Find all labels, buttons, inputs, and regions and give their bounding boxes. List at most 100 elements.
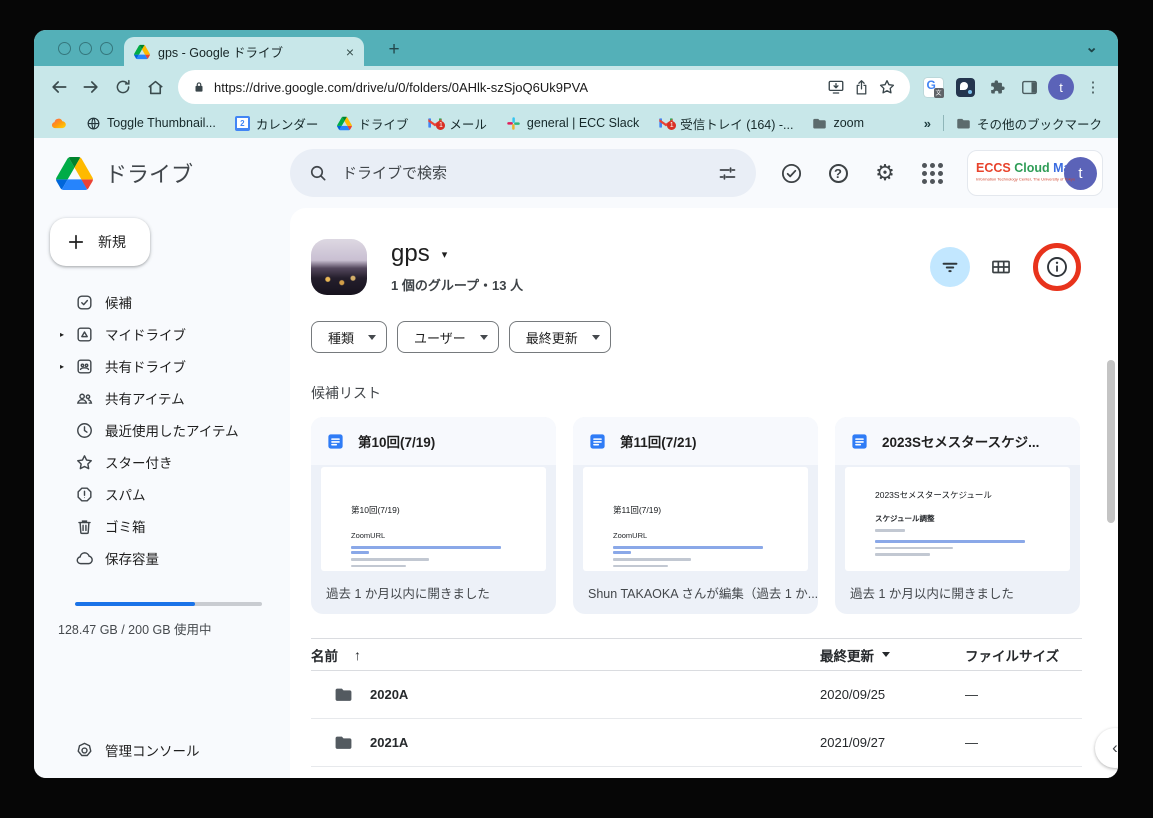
- account-avatar[interactable]: t: [1064, 157, 1097, 190]
- text-line: [875, 553, 930, 556]
- grid-view-icon: [990, 256, 1012, 278]
- sidebar-item-shared-drives[interactable]: ▸共有ドライブ: [34, 350, 290, 382]
- filter-chip-type[interactable]: 種類: [311, 321, 387, 353]
- text-line: [351, 565, 406, 568]
- sort-ascending-icon[interactable]: ↑: [354, 647, 361, 663]
- suggested-file-card[interactable]: 第10回(7/19) 第10回(7/19) ZoomURL 過去 1 か月以内に…: [311, 417, 556, 614]
- lock-icon: [192, 80, 206, 94]
- browser-tab[interactable]: gps - Google ドライブ ×: [124, 37, 364, 66]
- other-bookmarks[interactable]: その他のブックマーク: [956, 114, 1102, 133]
- back-button[interactable]: [44, 72, 74, 102]
- side-panel-icon[interactable]: [1014, 72, 1044, 102]
- shared-drive-icon: [75, 357, 94, 376]
- table-row[interactable]: 2021A 2021/09/27 —: [311, 719, 1082, 767]
- zoom-window-button[interactable]: [100, 42, 113, 55]
- file-name[interactable]: 2021A: [370, 735, 408, 750]
- suggested-file-card[interactable]: 2023Sセメスタースケジ... 2023Sセメスタースケジュール スケジュール…: [835, 417, 1080, 614]
- extensions-puzzle-icon[interactable]: [982, 72, 1012, 102]
- drive-header: ドライブ ? ⚙ ECCS Cloud Mail Information Tec…: [34, 138, 1118, 208]
- column-header-size[interactable]: ファイルサイズ: [965, 645, 1082, 665]
- bookmark-drive[interactable]: ドライブ: [337, 114, 408, 133]
- search-icon: [308, 163, 328, 183]
- filter-chip-people[interactable]: ユーザー: [397, 321, 499, 353]
- title-caret-icon[interactable]: ▾: [442, 248, 448, 261]
- divider: [943, 115, 944, 131]
- url-bar[interactable]: [178, 70, 910, 104]
- scrollbar-thumb[interactable]: [1107, 360, 1115, 523]
- offline-status-icon[interactable]: [779, 161, 803, 185]
- minimize-window-button[interactable]: [79, 42, 92, 55]
- new-tab-button[interactable]: +: [382, 39, 406, 61]
- settings-gear-icon[interactable]: ⚙: [873, 161, 897, 185]
- bookmark-inbox[interactable]: 1受信トレイ (164) -...: [658, 114, 793, 133]
- reload-button[interactable]: [108, 72, 138, 102]
- url-input[interactable]: [214, 80, 819, 95]
- browser-window: gps - Google ドライブ × + ⌄ G文 t ⋮ Toggle Th…: [34, 30, 1118, 778]
- help-icon[interactable]: ?: [826, 161, 850, 185]
- expander-icon[interactable]: ▸: [60, 362, 64, 371]
- file-preview: 第10回(7/19) ZoomURL: [321, 467, 546, 571]
- bookmark-toggle-thumbnail[interactable]: Toggle Thumbnail...: [86, 116, 216, 131]
- card-footer: Shun TAKAOKA さんが編集（過去 1 か...: [573, 571, 818, 614]
- browser-menu-icon[interactable]: ⋮: [1078, 72, 1108, 102]
- drive-favicon: [134, 44, 150, 60]
- drive-search-bar[interactable]: [290, 149, 756, 197]
- google-apps-icon[interactable]: [920, 161, 944, 185]
- share-icon[interactable]: [853, 79, 870, 96]
- text-line: [613, 565, 668, 568]
- grid-view-button[interactable]: [984, 250, 1018, 284]
- close-window-button[interactable]: [58, 42, 71, 55]
- slack-icon: [506, 116, 521, 131]
- home-button[interactable]: [140, 72, 170, 102]
- bookmark-calendar[interactable]: 2カレンダー: [235, 114, 319, 133]
- sidebar-item-suggested[interactable]: 候補: [34, 286, 290, 318]
- filter-chip-modified[interactable]: 最終更新: [509, 321, 611, 353]
- sidebar-item-trash[interactable]: ゴミ箱: [34, 510, 290, 542]
- bookmark-cloud[interactable]: [50, 115, 67, 132]
- bookmark-slack[interactable]: general | ECC Slack: [506, 116, 639, 131]
- spam-icon: [75, 485, 94, 504]
- bookmarks-overflow-icon[interactable]: »: [924, 116, 931, 131]
- account-badge[interactable]: ECCS Cloud Mail Information Technology C…: [967, 150, 1103, 196]
- account-tagline: Information Technology Center, The Unive…: [976, 177, 1057, 182]
- extension-icon[interactable]: [950, 72, 980, 102]
- sidebar-item-shared-with-me[interactable]: 共有アイテム: [34, 382, 290, 414]
- drive-logo-text: ドライブ: [105, 157, 193, 189]
- column-header-modified[interactable]: 最終更新: [820, 645, 874, 665]
- file-name[interactable]: 2020A: [370, 687, 408, 702]
- bookmark-zoom-folder[interactable]: zoom: [812, 116, 864, 131]
- column-header-name[interactable]: 名前: [311, 645, 338, 665]
- details-button[interactable]: [1032, 242, 1082, 292]
- trash-icon: [75, 517, 94, 536]
- sidebar-item-recent[interactable]: 最近使用したアイテム: [34, 414, 290, 446]
- sidebar-item-my-drive[interactable]: ▸マイドライブ: [34, 318, 290, 350]
- search-options-icon[interactable]: [717, 163, 738, 184]
- search-input[interactable]: [342, 165, 703, 182]
- new-button[interactable]: 新規: [50, 218, 150, 266]
- drive-logo[interactable]: ドライブ: [56, 157, 290, 190]
- text-line: [351, 558, 429, 561]
- install-app-icon[interactable]: [827, 78, 845, 96]
- table-row[interactable]: 2020A 2020/09/25 —: [311, 671, 1082, 719]
- browser-profile-avatar[interactable]: t: [1046, 72, 1076, 102]
- forward-button[interactable]: [76, 72, 106, 102]
- filter-button[interactable]: [930, 247, 970, 287]
- tab-title: gps - Google ドライブ: [158, 42, 338, 61]
- tab-search-chevron-icon[interactable]: ⌄: [1085, 38, 1098, 56]
- bookmark-star-icon[interactable]: [878, 78, 896, 96]
- drive-logo-icon: [56, 157, 93, 190]
- tab-close-icon[interactable]: ×: [346, 45, 354, 59]
- card-footer: 過去 1 か月以内に開きました: [835, 571, 1080, 614]
- suggested-file-card[interactable]: 第11回(7/21) 第11回(7/19) ZoomURL Shun TAKAO…: [573, 417, 818, 614]
- admin-console-link[interactable]: 管理コンソール: [75, 740, 200, 760]
- translate-extension-icon[interactable]: G文: [918, 72, 948, 102]
- sidebar-item-spam[interactable]: スパム: [34, 478, 290, 510]
- bookmark-mail[interactable]: 1メール: [427, 114, 487, 133]
- cloud-icon: [50, 115, 67, 132]
- chevron-down-icon: [368, 335, 376, 340]
- sidebar-item-storage[interactable]: 保存容量: [34, 542, 290, 574]
- expander-icon[interactable]: ▸: [60, 330, 64, 339]
- sidebar-item-starred[interactable]: スター付き: [34, 446, 290, 478]
- my-drive-icon: [75, 325, 94, 344]
- dropdown-arrow-icon[interactable]: [882, 652, 890, 657]
